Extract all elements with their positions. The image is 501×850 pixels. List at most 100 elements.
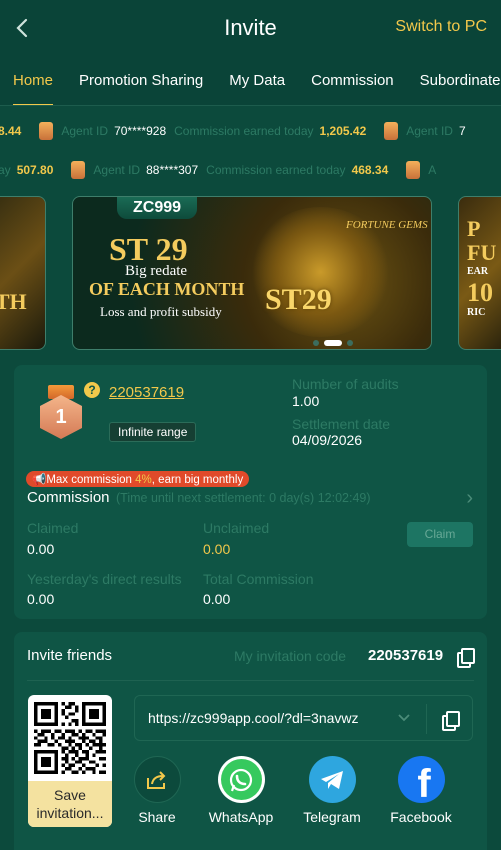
megaphone-icon: 📢 (32, 474, 47, 486)
tab-my-data[interactable]: My Data (216, 56, 298, 105)
agent-id-link[interactable]: 220537619 (109, 384, 184, 401)
unclaimed-label: Unclaimed (203, 520, 270, 536)
ticker-earned-label: Commission earned today (206, 163, 346, 177)
slide-text: P FU EAR 10 RIC (467, 217, 496, 319)
ticker-value: 507.80 (16, 163, 54, 177)
whatsapp-label: WhatsApp (208, 809, 274, 825)
help-icon[interactable]: ? (84, 382, 100, 398)
switch-to-pc-link[interactable]: Switch to PC (395, 18, 487, 36)
ticker-earned-label: Commission earned today (174, 124, 314, 138)
divider (426, 704, 427, 734)
ticker-row-2: ay 507.80 Agent ID 88****307 Commission … (0, 155, 501, 185)
facebook-label: Facebook (390, 809, 452, 825)
page-title: Invite (224, 15, 277, 40)
ticker-label: Agent ID (93, 163, 141, 177)
brand-logo: ZC999 (117, 197, 197, 219)
slide-text-line: P (467, 216, 481, 241)
ticker-item: ay 507.80 (0, 163, 53, 177)
telegram-button[interactable]: Telegram (292, 756, 372, 825)
share-icon (133, 756, 181, 803)
facebook-icon: f (397, 756, 445, 803)
promo-pct: 4% (135, 474, 152, 486)
promo-art-caption: FORTUNE GEMS (346, 219, 428, 231)
tab-bar: Home Promotion Sharing My Data Commissio… (0, 56, 501, 106)
telegram-label: Telegram (303, 809, 361, 825)
whatsapp-icon (217, 756, 265, 803)
carousel-dot-active[interactable] (324, 340, 342, 346)
chevron-down-icon[interactable] (397, 706, 411, 730)
invite-title: Invite friends (27, 647, 113, 664)
commission-title[interactable]: Commission (27, 489, 110, 506)
carousel-dot[interactable] (347, 340, 353, 346)
back-button[interactable] (10, 14, 34, 42)
slide-text: NTH (0, 289, 27, 314)
carousel-dot[interactable] (313, 340, 319, 346)
ticker-earned-label: ay (0, 163, 11, 177)
slide-text-line: FU (467, 240, 497, 265)
ticker-item: Agent ID 88****307 Commission earned tod… (71, 161, 388, 179)
share-button[interactable]: Share (117, 756, 197, 825)
promo-prefix: Max commission (46, 474, 136, 486)
ticker-label: A (428, 163, 437, 177)
promo-line: Loss and profit subsidy (100, 304, 222, 319)
medal-icon (384, 122, 399, 140)
total-commission-value: 0.00 (203, 591, 231, 607)
slide-text-line: EAR (467, 266, 489, 277)
medal-icon (71, 161, 86, 179)
audits-label: Number of audits (292, 376, 399, 392)
invitation-code-value: 220537619 (368, 647, 444, 664)
slide-text-line: 10 (467, 278, 493, 307)
divider (27, 680, 474, 681)
audits-value: 1.00 (292, 393, 320, 409)
tab-home[interactable]: Home (0, 56, 66, 105)
ticker-value: 8.44 (0, 124, 22, 138)
copy-link-icon[interactable] (442, 711, 460, 731)
ticker-item: A (406, 161, 442, 179)
ticker-item: Agent ID 70****928 Commission earned tod… (39, 122, 366, 140)
claim-button[interactable]: Claim (407, 522, 473, 547)
carousel-dots (313, 340, 353, 346)
medal-icon (39, 122, 54, 140)
invite-link-text: https://zc999app.cool/?dl=3navwz (148, 710, 359, 726)
promo-line: Big redate (125, 263, 188, 279)
total-commission-label: Total Commission (203, 571, 314, 587)
promo-slide-prev[interactable]: NTH (0, 196, 46, 350)
claimed-value: 0.00 (27, 541, 55, 557)
chevron-left-icon (16, 18, 28, 38)
settlement-label: Settlement date (292, 416, 391, 432)
promo-art-text: ST29 (265, 283, 332, 316)
unclaimed-value: 0.00 (203, 541, 231, 557)
invite-card: Invite friends My invitation code 220537… (14, 632, 487, 850)
invite-link-field[interactable]: https://zc999app.cool/?dl=3navwz (134, 695, 473, 741)
ticker-value: 468.34 (351, 163, 389, 177)
tab-subordinate[interactable]: Subordinate (407, 56, 501, 105)
ticker-item: 8.44 (0, 124, 21, 138)
tab-promotion-sharing[interactable]: Promotion Sharing (66, 56, 216, 105)
level-number: 1 (40, 395, 82, 439)
promo-suffix: , earn big monthly (151, 474, 244, 486)
qr-code-icon (34, 702, 106, 774)
yesterday-value: 0.00 (27, 591, 55, 607)
settlement-countdown: (Time until next settlement: 0 day(s) 12… (116, 491, 371, 505)
promo-slide-active[interactable]: ZC999 ST 29 Big redate OF EACH MONTH Los… (72, 196, 432, 350)
facebook-button[interactable]: f Facebook (381, 756, 461, 825)
tab-commission[interactable]: Commission (298, 56, 407, 105)
medal-icon (406, 161, 421, 179)
chevron-right-icon[interactable]: › (466, 487, 473, 510)
settlement-value: 04/09/2026 (292, 432, 363, 448)
ticker-agent-id: 70****928 (114, 124, 167, 138)
telegram-icon (308, 756, 356, 803)
whatsapp-button[interactable]: WhatsApp (201, 756, 281, 825)
promo-slide-next[interactable]: P FU EAR 10 RIC (458, 196, 501, 350)
promo-line: OF EACH MONTH (89, 279, 245, 299)
qr-card[interactable]: Save invitation... (28, 695, 112, 827)
slide-text-line: RIC (467, 307, 486, 318)
invitation-code-label: My invitation code (234, 648, 347, 664)
ticker-value: 1,205.42 (319, 124, 367, 138)
save-invitation-button[interactable]: Save invitation... (28, 781, 112, 827)
agent-card: 1 ? 220537619 Infinite range Number of a… (14, 365, 487, 619)
promo-carousel[interactable]: NTH ZC999 ST 29 Big redate OF EACH MONTH… (0, 192, 501, 352)
share-label: Share (138, 809, 176, 825)
ticker-row-1: 8.44 Agent ID 70****928 Commission earne… (0, 116, 501, 146)
copy-code-icon[interactable] (457, 648, 475, 668)
